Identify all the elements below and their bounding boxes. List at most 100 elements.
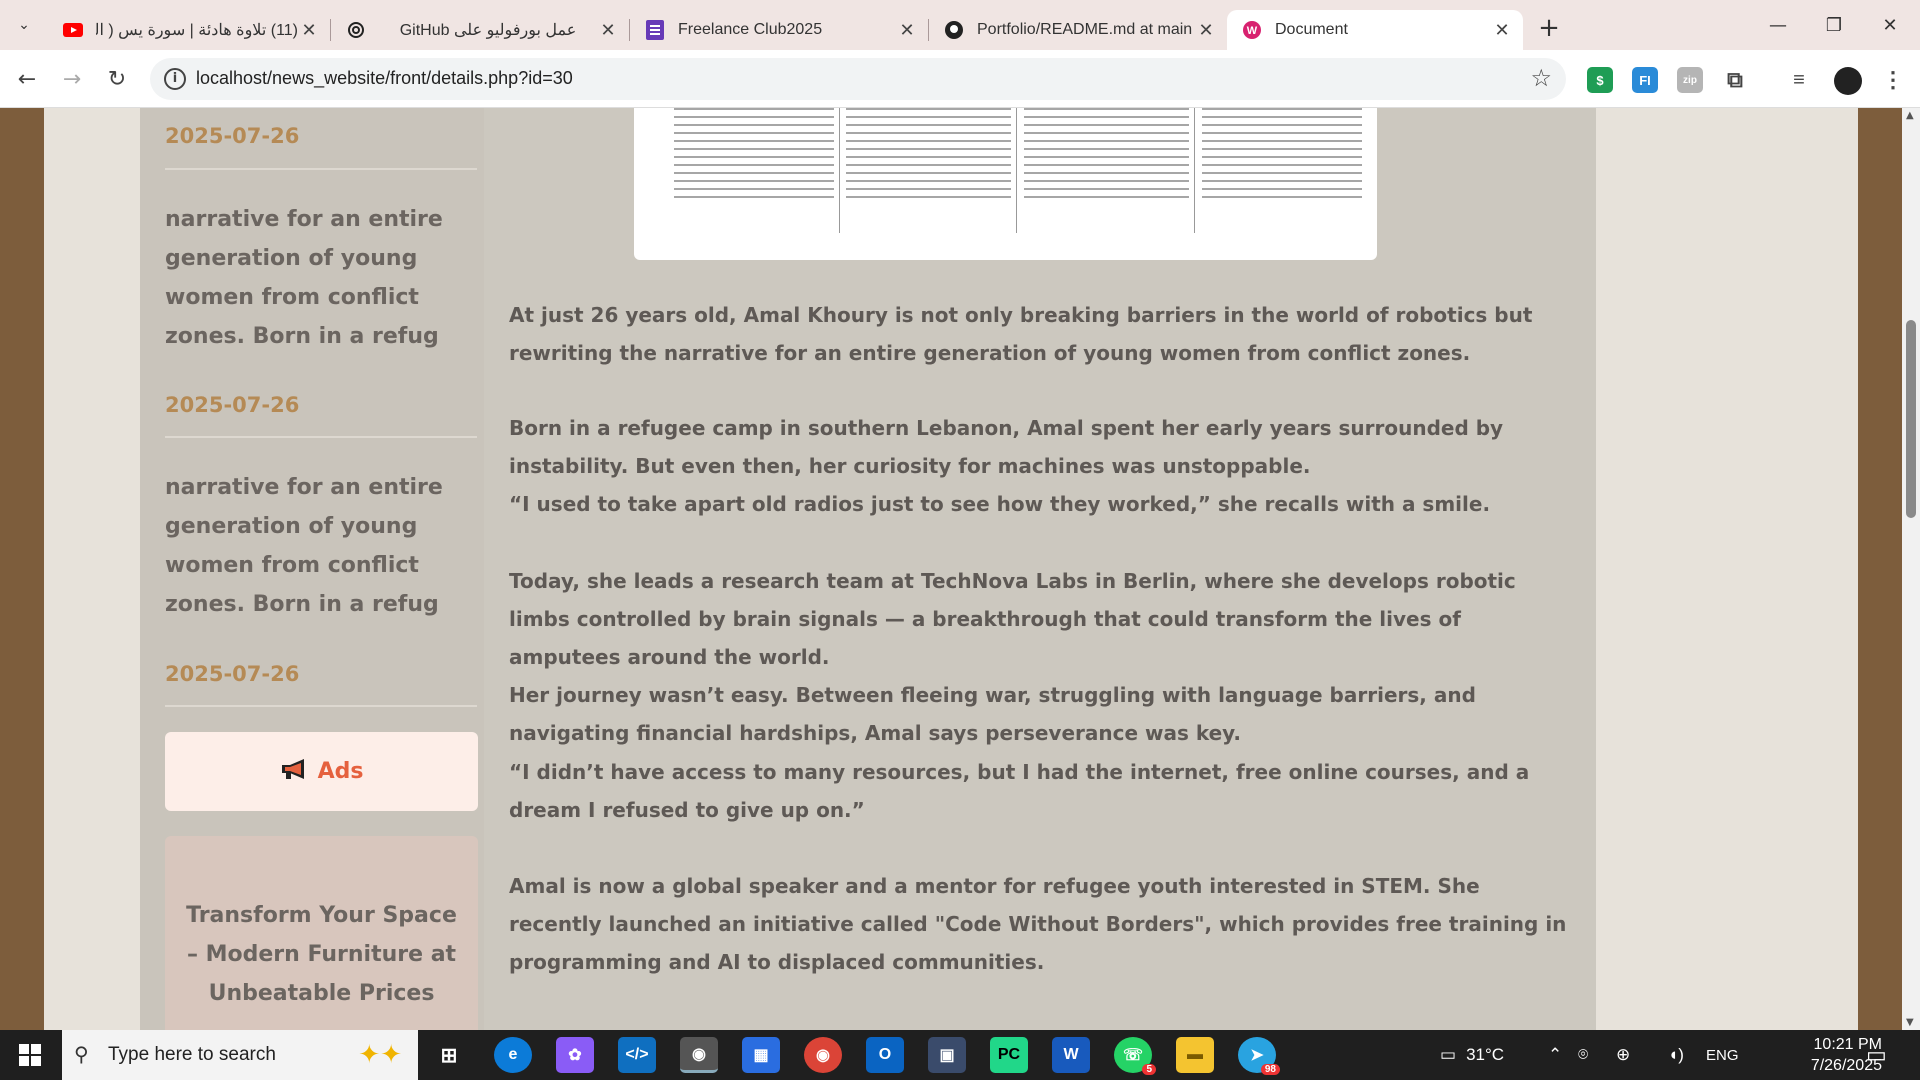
tab-search-chevron-icon[interactable]: ⌄	[0, 0, 48, 50]
article-paragraph: Amal is now a global speaker and a mento…	[509, 874, 1567, 974]
news-snippet-link[interactable]: narrative for an entire generation of yo…	[165, 200, 485, 356]
vscode-icon[interactable]: </>	[618, 1037, 656, 1073]
close-tab-icon[interactable]: ✕	[597, 20, 619, 41]
whatsapp-badge: 5	[1142, 1064, 1156, 1075]
network-icon[interactable]: ⌾	[1578, 1030, 1588, 1080]
task-view-icon[interactable]: ⊞	[430, 1037, 468, 1073]
address-bar[interactable]: i localhost/news_website/front/details.p…	[150, 58, 1566, 100]
tray-chevron-icon[interactable]: ⌃	[1548, 1030, 1562, 1080]
news-date: 2025-07-26	[165, 393, 300, 417]
word-icon[interactable]: W	[1052, 1037, 1090, 1073]
tab-chatgpt[interactable]: عمل بورفوليو على GitHub ✕	[331, 10, 629, 50]
page-scrollbar[interactable]: ▲ ▼	[1902, 108, 1920, 1030]
close-window-icon[interactable]: ✕	[1862, 0, 1918, 50]
tab-document[interactable]: W Document ✕	[1227, 10, 1523, 50]
puzzle-extensions-icon[interactable]: ⧉	[1722, 67, 1748, 93]
microsoft-store-icon[interactable]: ▦	[742, 1037, 780, 1073]
zip-extension-icon[interactable]: zip	[1677, 67, 1703, 93]
avatar[interactable]	[1834, 67, 1862, 95]
youtube-icon	[62, 19, 84, 41]
weather-temp: 31°C	[1466, 1045, 1505, 1064]
globe-icon[interactable]: ⊕	[1616, 1030, 1630, 1080]
page-viewport: 2025-07-26 narrative for an entire gener…	[0, 108, 1920, 1030]
clock-time: 10:21 PM	[1813, 1036, 1882, 1053]
copilot-icon[interactable]: ✿	[556, 1037, 594, 1073]
divider	[165, 168, 477, 170]
close-tab-icon[interactable]: ✕	[1491, 20, 1513, 41]
dollar-extension-icon[interactable]: $	[1587, 67, 1613, 93]
article-paragraph: Her journey wasn’t easy. Between fleeing…	[509, 683, 1476, 745]
document-icon: W	[1241, 19, 1263, 41]
article-paragraph: Today, she leads a research team at Tech…	[509, 569, 1516, 669]
fi-extension-icon[interactable]: FI	[1632, 67, 1658, 93]
whatsapp-icon[interactable]: ☏ 5	[1114, 1037, 1156, 1075]
scroll-down-icon[interactable]: ▼	[1906, 1017, 1914, 1028]
language-indicator[interactable]: ENG	[1706, 1030, 1739, 1080]
new-tab-button[interactable]: +	[1529, 13, 1569, 43]
url-text[interactable]: localhost/news_website/front/details.php…	[196, 68, 573, 89]
telegram-badge: 98	[1260, 1064, 1280, 1075]
sidebar: 2025-07-26 narrative for an entire gener…	[140, 108, 502, 1030]
ads-label: Ads	[317, 759, 364, 784]
openai-icon	[345, 19, 367, 41]
taskbar-search[interactable]: ⚲ Type here to search ✦✦	[62, 1030, 418, 1080]
taskbar: ⚲ Type here to search ✦✦ ⊞ e ✿ </> ◉ ▦ ◉…	[0, 1030, 1920, 1080]
tab-title: (11) تلاوة هادئة | سورة يس ( القار	[96, 22, 298, 39]
reload-icon[interactable]: ↻	[100, 62, 134, 96]
search-icon: ⚲	[74, 1042, 89, 1066]
weather-icon: ▭	[1440, 1045, 1457, 1064]
divider	[165, 705, 477, 707]
news-snippet-link[interactable]: narrative for an entire generation of yo…	[165, 468, 485, 624]
divider	[165, 436, 477, 438]
browser-toolbar: ← → ↻ i localhost/news_website/front/det…	[0, 50, 1920, 108]
ad-card[interactable]: Transform Your Space – Modern Furniture …	[165, 836, 478, 1030]
close-tab-icon[interactable]: ✕	[298, 20, 320, 41]
megaphone-icon	[280, 758, 310, 786]
chrome-active-icon[interactable]: ◉	[680, 1037, 718, 1073]
back-icon[interactable]: ←	[10, 62, 44, 96]
tab-github[interactable]: Portfolio/README.md at main · ✕	[929, 10, 1227, 50]
scroll-up-icon[interactable]: ▲	[1906, 110, 1914, 121]
article: At just 26 years old, Amal Khoury is not…	[484, 108, 1596, 1030]
svg-text:W: W	[1247, 25, 1258, 37]
forms-icon	[644, 19, 666, 41]
github-icon	[943, 19, 965, 41]
scrollbar-thumb[interactable]	[1906, 320, 1916, 518]
tab-title: Document	[1275, 21, 1348, 38]
monitor-app-icon[interactable]: ▣	[928, 1037, 966, 1073]
tab-forms[interactable]: Freelance Club2025 ✕	[630, 10, 928, 50]
telegram-icon[interactable]: ➤ 98	[1238, 1037, 1280, 1075]
tab-title: Freelance Club2025	[678, 21, 823, 38]
restore-icon[interactable]: ❐	[1806, 0, 1862, 50]
close-tab-icon[interactable]: ✕	[896, 20, 918, 41]
forward-icon[interactable]: →	[55, 62, 89, 96]
chrome-icon[interactable]: ◉	[804, 1037, 842, 1073]
menu-kebab-icon[interactable]: ⋮	[1880, 67, 1906, 93]
close-tab-icon[interactable]: ✕	[1195, 20, 1217, 41]
windows-start-icon[interactable]	[0, 1030, 60, 1080]
search-placeholder: Type here to search	[108, 1044, 276, 1065]
news-date: 2025-07-26	[165, 124, 300, 148]
ad-text: Transform Your Space – Modern Furniture …	[186, 903, 457, 1006]
clock[interactable]: 10:21 PM 7/26/2025	[1766, 1034, 1882, 1076]
volume-icon[interactable]: ◖)	[1668, 1030, 1684, 1080]
site-info-icon[interactable]: i	[164, 68, 186, 90]
outlook-icon[interactable]: O	[866, 1037, 904, 1073]
article-paragraph: “I used to take apart old radios just to…	[509, 492, 1491, 516]
edge-icon[interactable]: e	[494, 1037, 532, 1073]
ads-button[interactable]: Ads	[165, 732, 478, 811]
newspaper-image	[634, 108, 1377, 260]
sparkle-icon: ✦✦	[358, 1040, 402, 1070]
tab-youtube[interactable]: (11) تلاوة هادئة | سورة يس ( القار ✕	[48, 10, 330, 50]
article-paragraph: Born in a refugee camp in southern Leban…	[509, 416, 1504, 478]
media-control-icon[interactable]: ≡	[1786, 67, 1812, 93]
minimize-icon[interactable]: —	[1750, 0, 1806, 50]
weather-widget[interactable]: ▭ 31°C	[1440, 1030, 1504, 1080]
notifications-icon[interactable]: ▭	[1866, 1030, 1887, 1080]
article-paragraph: At just 26 years old, Amal Khoury is not…	[509, 303, 1533, 365]
page-container: 2025-07-26 narrative for an entire gener…	[44, 108, 1858, 1030]
bookmark-star-icon[interactable]: ☆	[1530, 64, 1552, 92]
file-explorer-icon[interactable]: ▬	[1176, 1037, 1214, 1073]
news-date: 2025-07-26	[165, 662, 300, 686]
pycharm-icon[interactable]: PC	[990, 1037, 1028, 1073]
